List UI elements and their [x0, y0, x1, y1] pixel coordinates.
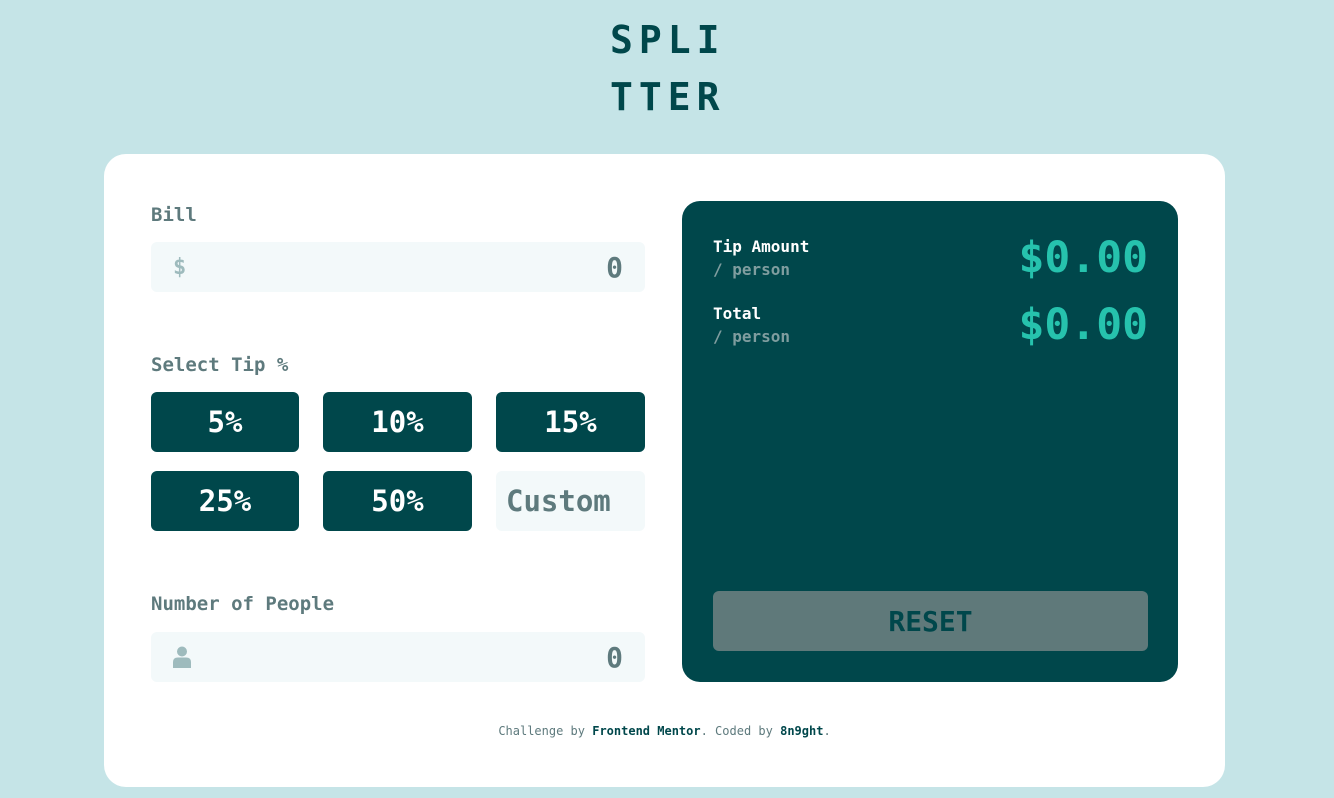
- number-of-people-label: Number of People: [151, 593, 335, 615]
- select-tip-label: Select Tip %: [151, 354, 289, 376]
- tip-amount-value: $0.00: [1018, 233, 1148, 283]
- people-input[interactable]: 0: [151, 632, 645, 682]
- logo-line-2: TTER: [610, 75, 726, 119]
- attribution-footer: Challenge by Frontend Mentor. Coded by 8…: [104, 724, 1225, 738]
- tip-amount-row: Tip Amount / person $0.00: [713, 233, 1148, 283]
- people-value: 0: [606, 640, 623, 674]
- total-per-person: / person: [713, 327, 791, 346]
- tip-button-10[interactable]: 10%: [323, 392, 472, 452]
- logo-line-1: SPLI: [610, 18, 726, 62]
- tip-amount-per-person: / person: [713, 260, 791, 279]
- footer-suffix: .: [823, 724, 831, 738]
- custom-tip-input[interactable]: Custom: [496, 471, 645, 531]
- author-link[interactable]: 8n9ght: [780, 724, 823, 738]
- calculator-card: Bill $ 0 Select Tip % 5% 10% 15% 25% 50%…: [104, 154, 1225, 787]
- person-icon: [173, 646, 191, 668]
- dollar-icon: $: [173, 254, 187, 280]
- tip-button-25[interactable]: 25%: [151, 471, 299, 531]
- tip-options: 5% 10% 15% 25% 50% Custom: [151, 392, 645, 531]
- app-logo: SPLI TTER: [610, 12, 730, 126]
- reset-button[interactable]: RESET: [713, 591, 1148, 651]
- result-panel: Tip Amount / person $0.00 Total / person…: [682, 201, 1178, 682]
- frontend-mentor-link[interactable]: Frontend Mentor: [592, 724, 700, 738]
- tip-button-5[interactable]: 5%: [151, 392, 299, 452]
- footer-prefix: Challenge by: [498, 724, 593, 738]
- bill-value: 0: [606, 250, 623, 284]
- tip-amount-label: Tip Amount: [713, 237, 810, 256]
- total-value: $0.00: [1018, 300, 1148, 350]
- tip-button-15[interactable]: 15%: [496, 392, 645, 452]
- bill-input[interactable]: $ 0: [151, 242, 645, 292]
- total-row: Total / person $0.00: [713, 300, 1148, 350]
- footer-middle: . Coded by: [700, 724, 781, 738]
- tip-button-50[interactable]: 50%: [323, 471, 472, 531]
- total-label: Total: [713, 304, 762, 323]
- bill-label: Bill: [151, 204, 197, 226]
